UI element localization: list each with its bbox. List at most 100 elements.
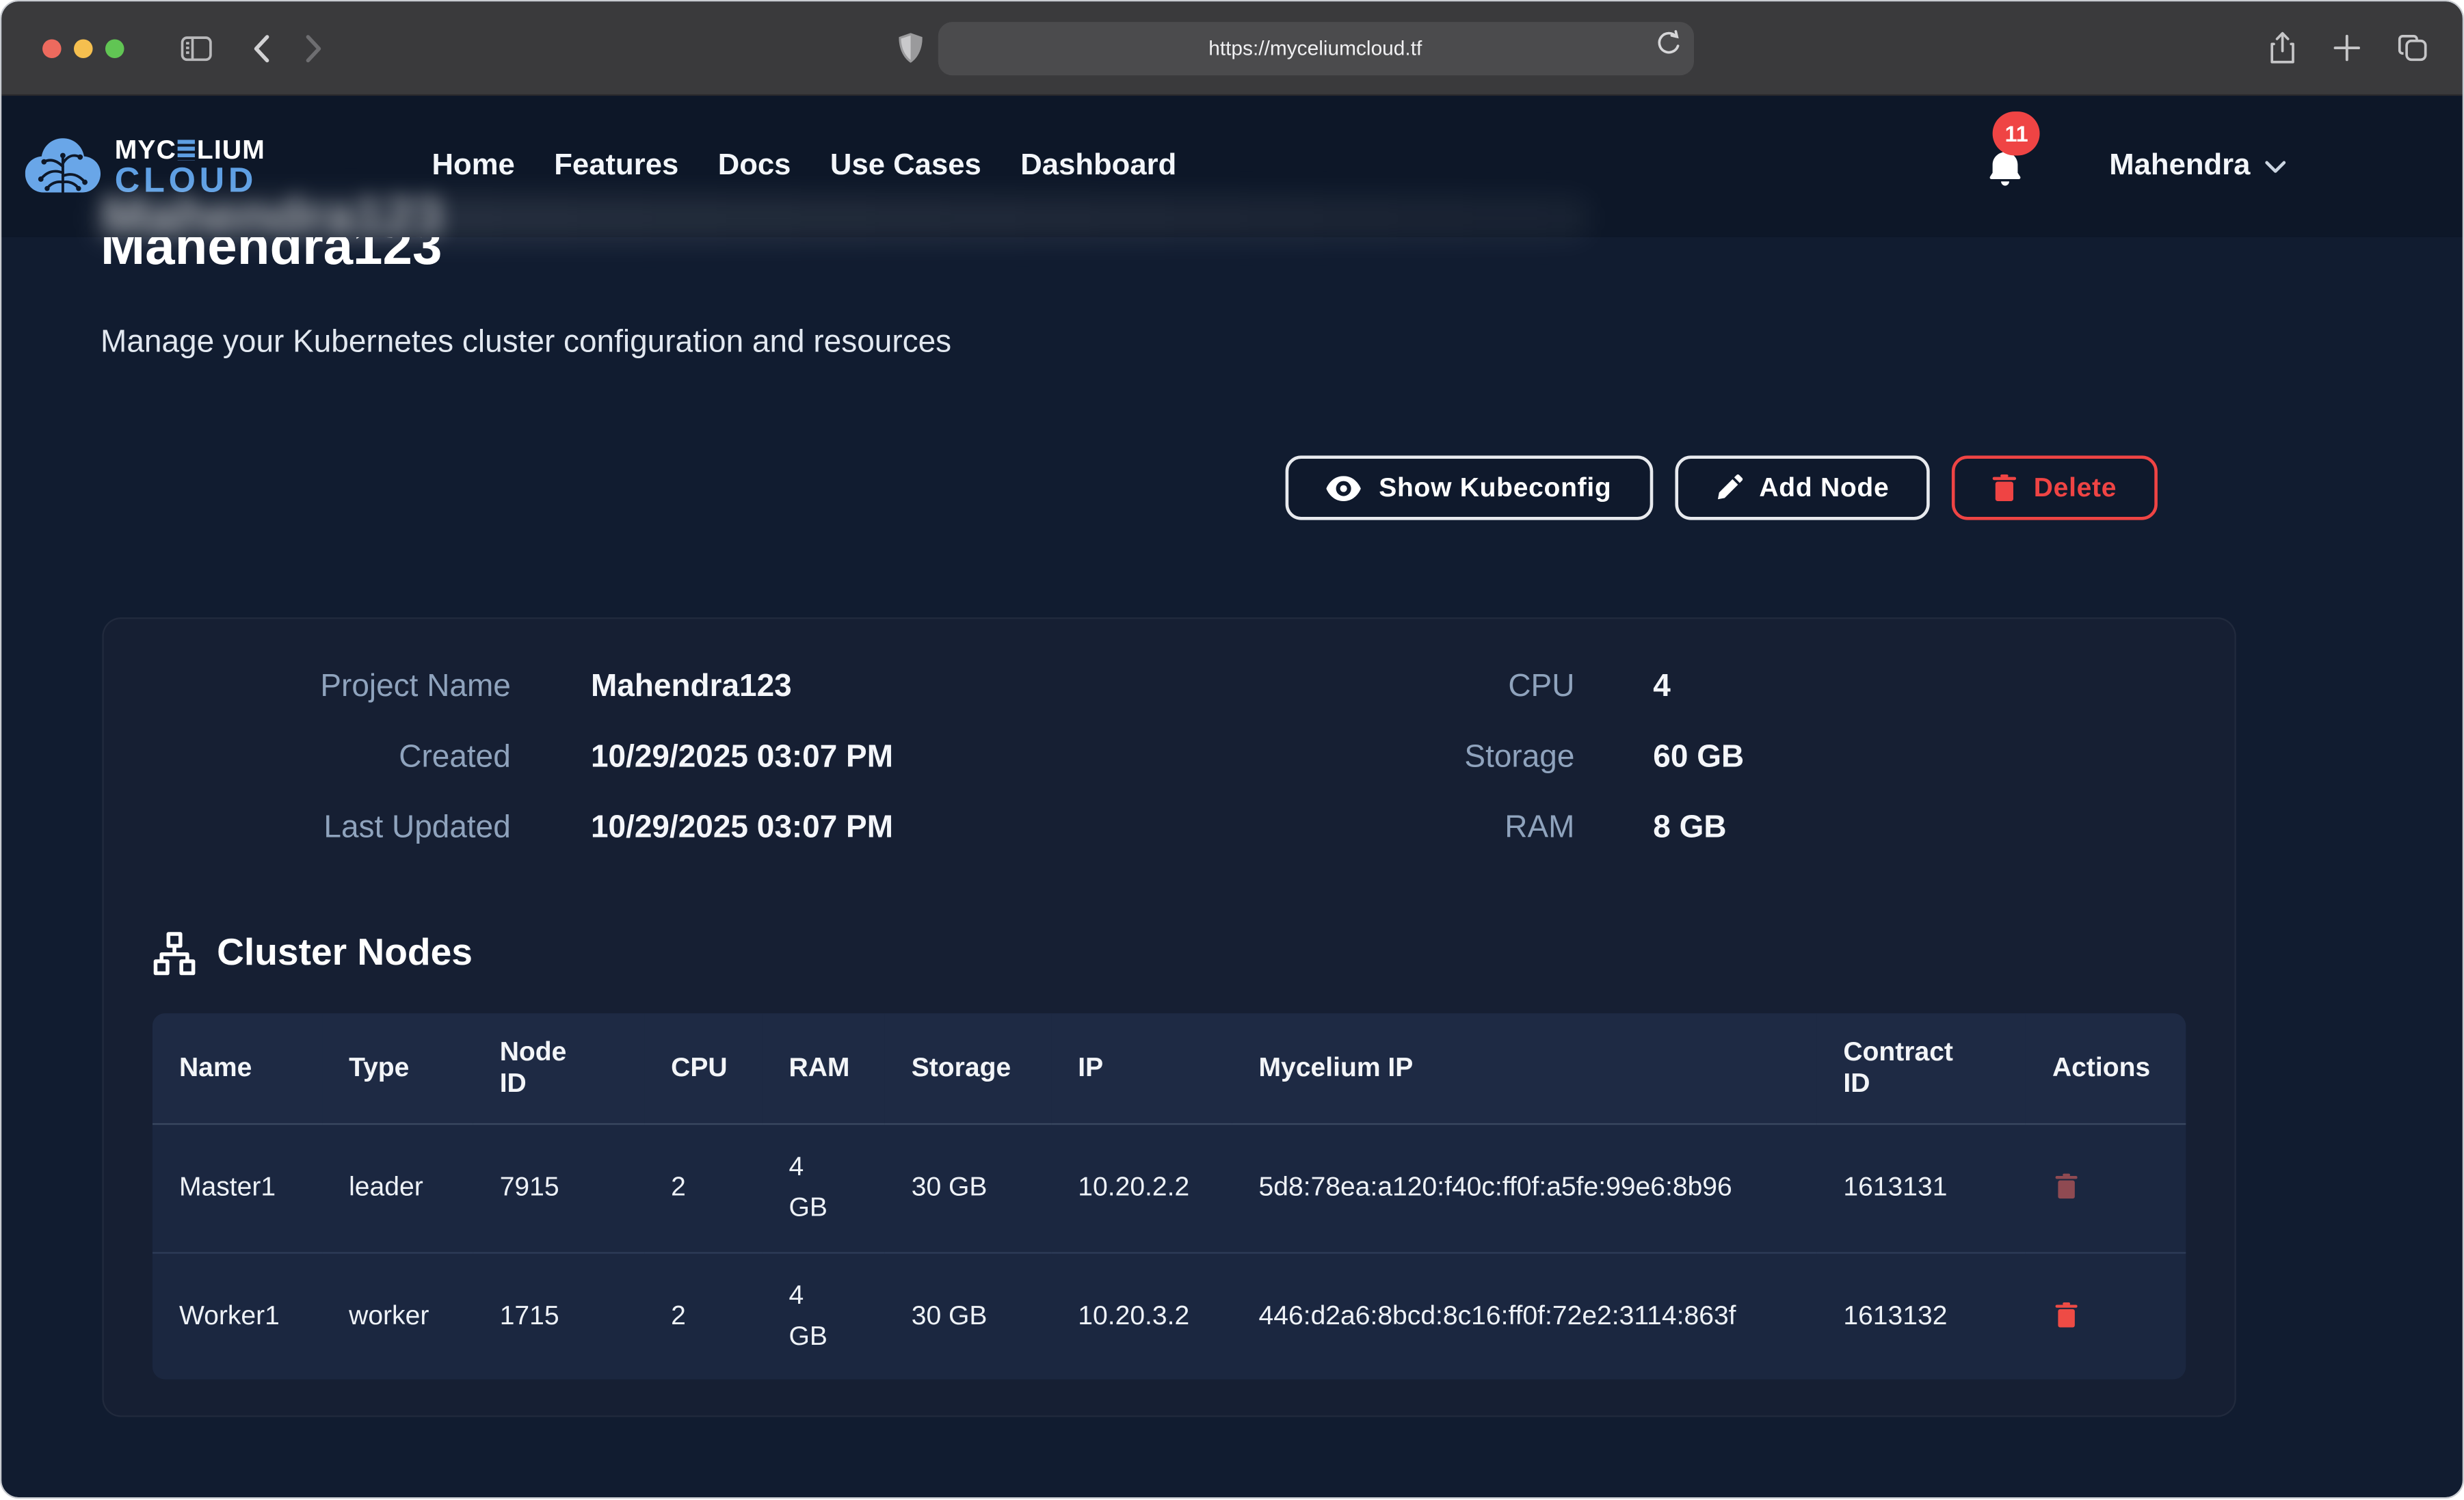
table-row: Master1 leader 7915 2 4 GB 30 GB 10.20.2… — [153, 1124, 2186, 1253]
stylized-e-glyph — [178, 139, 195, 159]
col-header-node-id: Node ID — [473, 1013, 644, 1124]
browser-chrome: https://myceliumcloud.tf — [1, 1, 2462, 96]
field-label: Storage — [1158, 740, 1574, 776]
nav-link-home[interactable]: Home — [432, 149, 515, 182]
navbar-blur-band — [96, 196, 1589, 240]
page-subtitle: Manage your Kubernetes cluster configura… — [101, 325, 2463, 362]
col-header-contract-id: Contract ID — [1816, 1013, 2026, 1124]
cell-node-id: 1715 — [473, 1253, 644, 1380]
network-nodes-icon — [153, 932, 196, 976]
nav-link-features[interactable]: Features — [554, 149, 678, 182]
site-navbar: Mahendra123 — [1, 96, 2462, 237]
nav-link-use-cases[interactable]: Use Cases — [830, 149, 981, 182]
chevron-down-icon — [2264, 159, 2286, 174]
url-field[interactable]: https://myceliumcloud.tf — [938, 21, 1693, 75]
field-label: Project Name — [153, 669, 511, 706]
nodes-table: Name Type Node ID CPU RAM Storage IP Myc… — [153, 1013, 2186, 1380]
cell-contract-id: 1613132 — [1816, 1253, 2026, 1380]
field-value: 60 GB — [1653, 740, 2186, 776]
brand-logo[interactable]: MYCLIUM CLOUD — [25, 135, 265, 198]
minimize-window-button[interactable] — [74, 38, 93, 57]
show-kubeconfig-button[interactable]: Show Kubeconfig — [1286, 456, 1652, 520]
trash-icon — [1993, 474, 2016, 501]
delete-cluster-button[interactable]: Delete — [1952, 456, 2158, 520]
cell-ip: 10.20.3.2 — [1051, 1253, 1232, 1380]
field-value: Mahendra123 — [591, 669, 1158, 706]
cell-mycelium-ip: 5d8:78ea:a120:f40c:ff0f:a5fe:99e6:8b96 — [1232, 1124, 1816, 1253]
nav-link-docs[interactable]: Docs — [718, 149, 791, 182]
back-icon[interactable] — [253, 34, 270, 62]
project-info: Project Name Mahendra123 Created 10/29/2… — [153, 669, 2186, 847]
close-window-button[interactable] — [42, 38, 62, 57]
browser-window: https://myceliumcloud.tf — [0, 0, 2464, 1499]
hero-section: Mahendra123 Manage your Kubernetes clust… — [1, 237, 2462, 362]
cluster-actions: Show Kubeconfig Add Node — [1, 456, 2462, 520]
col-header-storage: Storage — [885, 1013, 1052, 1124]
brand-name: MYCLIUM CLOUD — [115, 136, 265, 198]
user-name: Mahendra — [2109, 149, 2250, 184]
delete-node-icon[interactable] — [2052, 1298, 2080, 1330]
cell-ram: 4 GB — [762, 1124, 884, 1253]
col-header-actions: Actions — [2026, 1013, 2186, 1124]
mycelium-cloud-logo-icon — [25, 135, 101, 198]
share-icon[interactable] — [2269, 31, 2296, 64]
traffic-lights — [42, 38, 124, 57]
cell-cpu: 2 — [644, 1124, 762, 1253]
project-info-right: CPU 4 Storage 60 GB RAM 8 GB — [1158, 669, 2186, 847]
field-value: 10/29/2025 03:07 PM — [591, 740, 1158, 776]
sidebar-toggle-icon[interactable] — [181, 36, 212, 61]
user-menu[interactable]: Mahendra — [2109, 149, 2286, 184]
field-label: CPU — [1158, 669, 1574, 706]
brand-line2: CLOUD — [115, 159, 257, 198]
field-value: 10/29/2025 03:07 PM — [591, 811, 1158, 847]
col-header-ip: IP — [1051, 1013, 1232, 1124]
nodes-table-container: Name Type Node ID CPU RAM Storage IP Myc… — [153, 1013, 2186, 1380]
cell-cpu: 2 — [644, 1253, 762, 1380]
nav-link-dashboard[interactable]: Dashboard — [1020, 149, 1176, 182]
table-header: Name Type Node ID CPU RAM Storage IP Myc… — [153, 1013, 2186, 1124]
cell-actions — [2026, 1124, 2186, 1253]
col-header-ram: RAM — [762, 1013, 884, 1124]
add-node-button[interactable]: Add Node — [1674, 456, 1930, 520]
cluster-details-card: Project Name Mahendra123 Created 10/29/2… — [102, 617, 2236, 1417]
cell-type: worker — [322, 1253, 473, 1380]
cell-ip: 10.20.2.2 — [1051, 1124, 1232, 1253]
field-value: 8 GB — [1653, 811, 2186, 847]
brand-line1: MYCLIUM — [115, 136, 265, 163]
cell-mycelium-ip: 446:d2a6:8bcd:8c16:ff0f:72e2:3114:863f — [1232, 1253, 1816, 1380]
col-header-mycelium-ip: Mycelium IP — [1232, 1013, 1816, 1124]
zoom-window-button[interactable] — [105, 38, 124, 57]
col-header-cpu: CPU — [644, 1013, 762, 1124]
cell-type: leader — [322, 1124, 473, 1253]
reload-icon[interactable] — [1656, 29, 1681, 57]
privacy-shield-icon[interactable] — [898, 33, 921, 63]
field-label: RAM — [1158, 811, 1574, 847]
new-tab-icon[interactable] — [2333, 35, 2360, 62]
screenshot-stage: https://myceliumcloud.tf — [0, 0, 2464, 1500]
project-info-left: Project Name Mahendra123 Created 10/29/2… — [153, 669, 1158, 847]
pencil-icon — [1715, 474, 1742, 501]
navbar-right: 11 Mahendra — [1987, 146, 2286, 187]
forward-icon[interactable] — [305, 34, 322, 62]
url-text: https://myceliumcloud.tf — [1208, 36, 1422, 59]
cell-actions — [2026, 1253, 2186, 1380]
cell-name: Worker1 — [153, 1253, 322, 1380]
delete-node-icon[interactable] — [2052, 1170, 2080, 1202]
cell-storage: 30 GB — [885, 1253, 1052, 1380]
cell-contract-id: 1613131 — [1816, 1124, 2026, 1253]
page-viewport: Mahendra123 — [1, 96, 2462, 1499]
nav-links: Home Features Docs Use Cases Dashboard — [432, 149, 1177, 184]
field-label: Last Updated — [153, 811, 511, 847]
cluster-nodes-heading: Cluster Nodes — [153, 932, 2186, 976]
address-zone: https://myceliumcloud.tf — [322, 21, 2269, 75]
chrome-right-icons — [2269, 31, 2428, 64]
cell-storage: 30 GB — [885, 1124, 1052, 1253]
notification-count-badge: 11 — [1993, 111, 2040, 155]
cell-ram: 4 GB — [762, 1253, 884, 1380]
field-label: Created — [153, 740, 511, 776]
table-row: Worker1 worker 1715 2 4 GB 30 GB 10.20.3… — [153, 1253, 2186, 1380]
notifications-button[interactable]: 11 — [1987, 146, 2024, 187]
tab-overview-icon[interactable] — [2398, 35, 2428, 62]
col-header-type: Type — [322, 1013, 473, 1124]
cell-name: Master1 — [153, 1124, 322, 1253]
